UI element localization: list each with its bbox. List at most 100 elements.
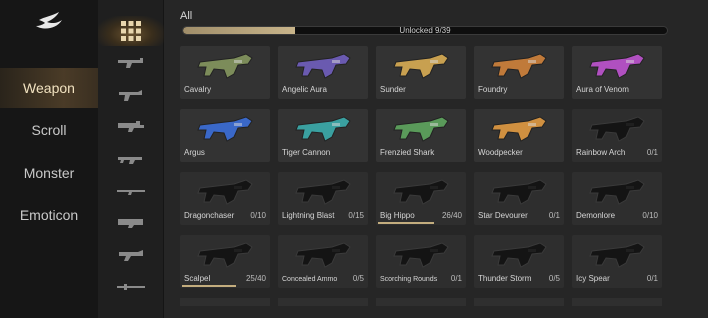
filter-label: All	[180, 10, 193, 22]
weapon-art	[295, 179, 351, 205]
weapon-card[interactable]: Star Devourer 0/1	[474, 172, 564, 225]
gun-type-2-icon	[119, 90, 142, 101]
weapon-count: 0/1	[646, 274, 658, 283]
gun-type-5-icon	[117, 190, 145, 195]
weapon-art	[197, 53, 253, 79]
weapon-name: Star Devourer	[478, 211, 528, 220]
weapon-card[interactable]: Frenzied Shark	[376, 109, 466, 162]
category-monster[interactable]: Monster	[0, 153, 98, 193]
weapon-name: Rainbow Arch	[576, 148, 626, 157]
weapon-art	[197, 242, 253, 268]
category-weapon[interactable]: Weapon	[0, 68, 98, 108]
weapon-name: Angelic Aura	[282, 85, 327, 94]
weapon-card[interactable]: Scorching Rounds 0/1	[376, 235, 466, 288]
unlock-progress-text: Unlocked 9/39	[399, 26, 451, 35]
weapon-art	[589, 116, 645, 142]
weapon-name: Woodpecker	[478, 148, 523, 157]
weapon-name: Aura of Venom	[576, 85, 629, 94]
filter-gun-type-8-button[interactable]	[98, 272, 164, 302]
weapon-art	[589, 242, 645, 268]
card-partial	[278, 298, 368, 306]
gun-type-6-icon	[118, 219, 143, 228]
weapon-name: Dragonchaser	[184, 211, 235, 220]
weapon-card[interactable]: Tiger Cannon	[278, 109, 368, 162]
weapon-art	[393, 116, 449, 142]
weapon-art	[295, 242, 351, 268]
collection-panel: All Unlocked 9/39 Cavalry Angelic Aura Sun…	[164, 0, 708, 318]
weapon-card[interactable]: Rainbow Arch 0/1	[572, 109, 662, 162]
filter-gun-type-6-button[interactable]	[98, 208, 164, 238]
gun-type-3-icon	[118, 121, 144, 132]
filter-gun-type-4-button[interactable]	[98, 144, 164, 174]
weapon-art	[491, 179, 547, 205]
weapon-card[interactable]: Angelic Aura	[278, 46, 368, 99]
weapon-card[interactable]: Lightning Blast 0/15	[278, 172, 368, 225]
weapon-name: Frenzied Shark	[380, 148, 435, 157]
weapon-card[interactable]: Icy Spear 0/1	[572, 235, 662, 288]
card-partial	[180, 298, 270, 306]
weapon-name: Tiger Cannon	[282, 148, 331, 157]
category-sidebar: Weapon Scroll Monster Emoticon	[0, 0, 98, 318]
weapon-art	[393, 242, 449, 268]
weapon-art	[589, 179, 645, 205]
category-scroll[interactable]: Scroll	[0, 110, 98, 150]
filter-gun-type-3-button[interactable]	[98, 112, 164, 142]
weapon-count: 0/5	[352, 274, 364, 283]
weapon-count: 0/10	[642, 211, 658, 220]
weapon-art	[393, 53, 449, 79]
weapon-art	[295, 53, 351, 79]
weapon-card[interactable]: Woodpecker	[474, 109, 564, 162]
filter-all-button[interactable]	[98, 16, 164, 46]
weapon-count: 0/1	[646, 148, 658, 157]
weapon-count: 26/40	[441, 211, 462, 220]
weapon-card[interactable]: Aura of Venom	[572, 46, 662, 99]
gun-type-1-icon	[118, 58, 143, 68]
weapon-count: 0/1	[450, 274, 462, 283]
weapon-art	[295, 116, 351, 142]
weapon-count: 0/10	[250, 211, 266, 220]
weapon-type-sidebar	[98, 0, 164, 318]
weapon-card[interactable]: Foundry	[474, 46, 564, 99]
filter-gun-type-5-button[interactable]	[98, 176, 164, 206]
gun-type-4-icon	[118, 157, 142, 164]
weapon-count: 0/5	[548, 274, 560, 283]
weapon-card[interactable]: Big Hippo 26/40	[376, 172, 466, 225]
filter-gun-type-2-button[interactable]	[98, 80, 164, 110]
weapon-art	[393, 179, 449, 205]
weapon-art	[491, 53, 547, 79]
weapon-art	[589, 53, 645, 79]
weapon-count: 25/40	[245, 274, 266, 283]
weapon-card[interactable]: Thunder Storm 0/5	[474, 235, 564, 288]
weapon-name: Scorching Rounds	[380, 276, 438, 283]
filter-gun-type-7-button[interactable]	[98, 240, 164, 270]
weapon-card[interactable]: Demonlore 0/10	[572, 172, 662, 225]
weapon-name: Big Hippo	[380, 211, 415, 220]
weapon-name: Argus	[184, 148, 205, 157]
weapon-name: Demonlore	[576, 211, 616, 220]
weapon-name: Concealed Ammo	[282, 276, 338, 283]
weapon-name: Icy Spear	[576, 274, 610, 283]
weapon-count: 0/1	[548, 211, 560, 220]
card-partial	[572, 298, 662, 306]
weapon-card[interactable]: Argus	[180, 109, 270, 162]
weapon-name: Cavalry	[184, 85, 212, 94]
filter-gun-type-1-button[interactable]	[98, 48, 164, 78]
weapon-progress-bar	[378, 222, 434, 224]
weapon-count: 0/15	[348, 211, 364, 220]
grid-all-icon	[121, 21, 141, 41]
weapon-card[interactable]: Concealed Ammo 0/5	[278, 235, 368, 288]
gun-type-8-icon	[117, 284, 145, 290]
weapon-progress-bar	[182, 285, 236, 287]
weapon-name: Foundry	[478, 85, 508, 94]
unlock-progress-bar: Unlocked 9/39	[182, 26, 668, 35]
weapon-name: Scalpel	[184, 274, 211, 283]
weapon-card[interactable]: Scalpel 25/40	[180, 235, 270, 288]
weapon-card[interactable]: Cavalry	[180, 46, 270, 99]
weapon-art	[491, 242, 547, 268]
category-emoticon[interactable]: Emoticon	[0, 195, 98, 235]
gun-type-7-icon	[119, 250, 143, 261]
weapon-name: Lightning Blast	[282, 211, 335, 220]
weapon-card[interactable]: Sunder	[376, 46, 466, 99]
game-logo	[0, 0, 98, 42]
weapon-card[interactable]: Dragonchaser 0/10	[180, 172, 270, 225]
